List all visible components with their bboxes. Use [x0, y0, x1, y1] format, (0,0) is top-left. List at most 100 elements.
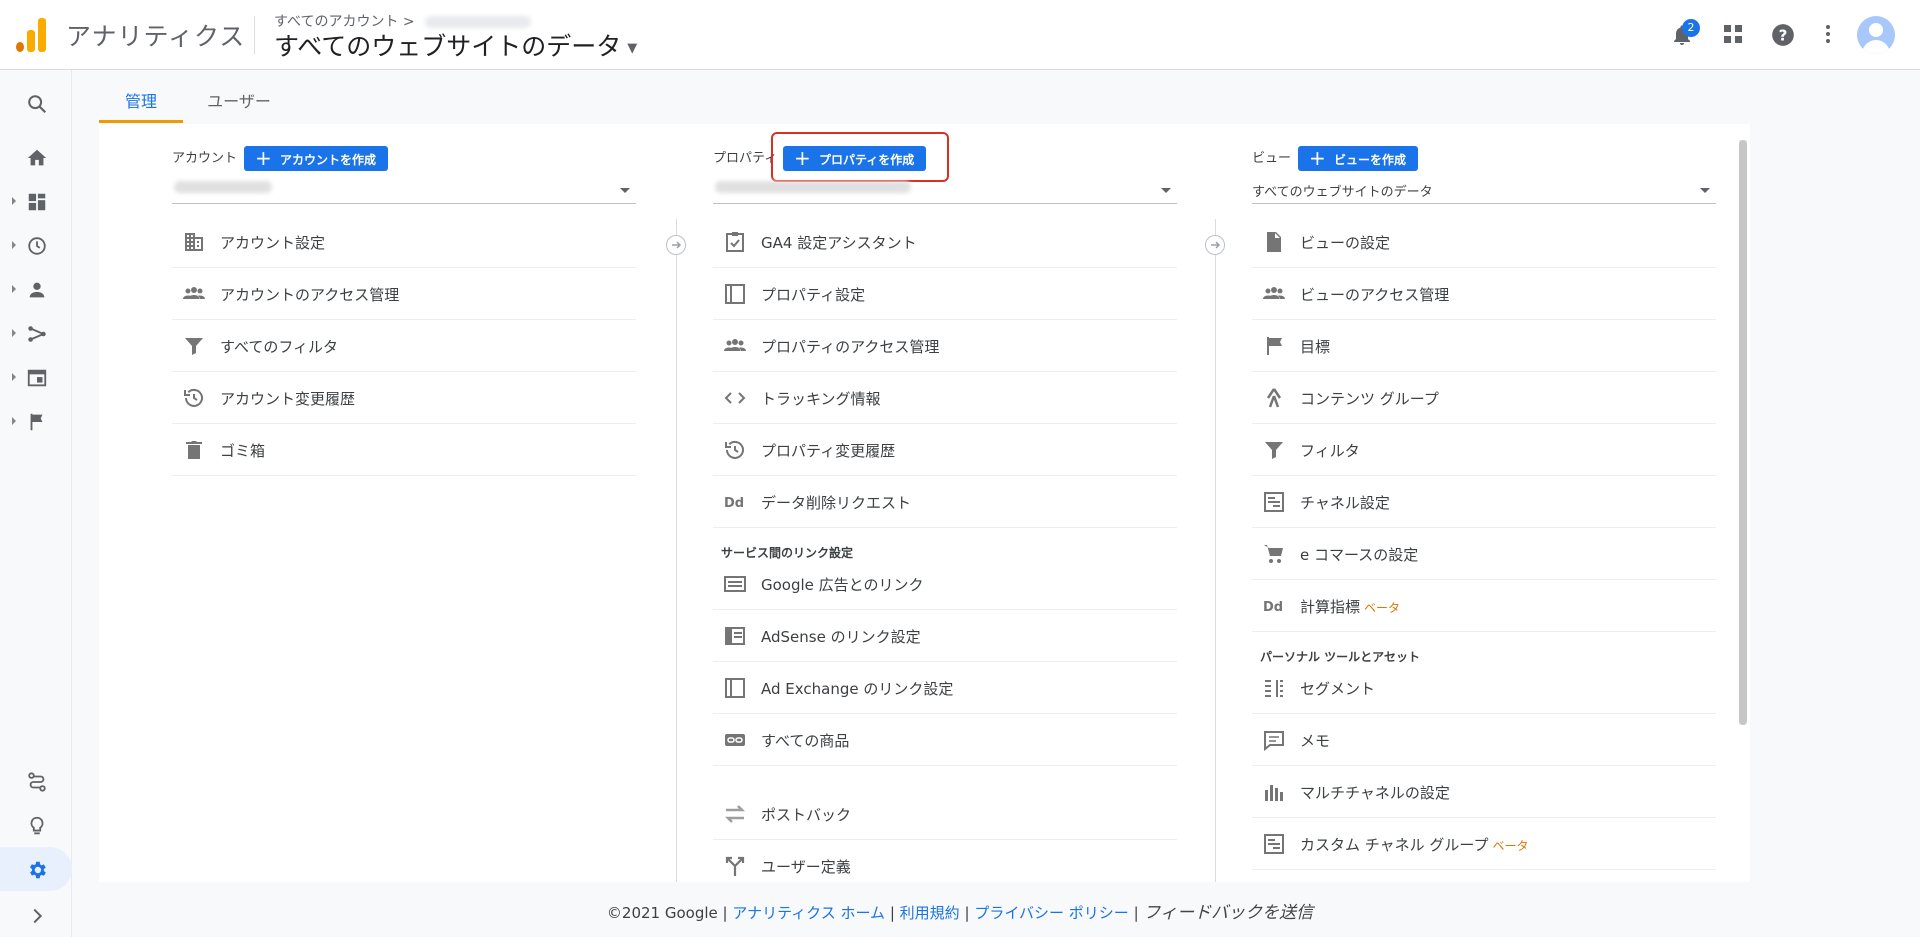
- adsense-link-label: AdSense のリンク設定: [761, 628, 921, 646]
- property-select[interactable]: [713, 176, 1177, 204]
- content-grouping-item[interactable]: コンテンツ グループ: [1252, 372, 1716, 424]
- adsense-icon: [725, 627, 745, 645]
- view-filters-item[interactable]: フィルタ: [1252, 424, 1716, 476]
- nav-customization[interactable]: [0, 179, 72, 223]
- view-settings-item[interactable]: ビューの設定: [1252, 216, 1716, 268]
- property-settings-label: プロパティ設定: [761, 286, 866, 304]
- more-options-button[interactable]: [1816, 22, 1842, 48]
- nav-realtime[interactable]: [0, 223, 72, 267]
- behavior-icon: [27, 369, 47, 387]
- view-selector[interactable]: すべてのウェブサイトのデータ ▼: [274, 27, 637, 63]
- analytics-home-link[interactable]: アナリティクス ホーム: [732, 904, 885, 922]
- terms-link[interactable]: 利用規約: [900, 904, 960, 922]
- property-history-label: プロパティ変更履歴: [761, 442, 896, 460]
- person-icon: [29, 282, 45, 298]
- highlight-box: [771, 132, 949, 182]
- tab-user[interactable]: ユーザー: [197, 70, 281, 123]
- building-icon: [185, 233, 203, 251]
- help-button[interactable]: ?: [1770, 22, 1796, 48]
- ga4-assistant-item[interactable]: GA4 設定アシスタント: [713, 216, 1177, 268]
- account-select[interactable]: [172, 176, 636, 204]
- multichannel-settings-label: マルチチャネルの設定: [1300, 784, 1450, 802]
- feedback-link[interactable]: フィードバックを送信: [1143, 903, 1313, 923]
- property-history-item[interactable]: プロパティ変更履歴: [713, 424, 1177, 476]
- view-access-label: ビューのアクセス管理: [1300, 286, 1450, 304]
- create-view-button[interactable]: + ビューを作成: [1298, 146, 1419, 171]
- segments-label: セグメント: [1300, 680, 1376, 698]
- view-access-item[interactable]: ビューのアクセス管理: [1252, 268, 1716, 320]
- svg-text:Dd: Dd: [724, 496, 744, 511]
- analytics-logo-icon[interactable]: [16, 18, 46, 52]
- goals-item[interactable]: 目標: [1252, 320, 1716, 372]
- avatar[interactable]: [1857, 16, 1895, 54]
- account-access-item[interactable]: アカウントのアクセス管理: [172, 268, 636, 320]
- property-heading: プロパティ: [713, 151, 778, 166]
- channel-settings-item[interactable]: チャネル設定: [1252, 476, 1716, 528]
- view-select[interactable]: すべてのウェブサイトのデータ: [1252, 176, 1716, 204]
- nav-audience[interactable]: [0, 267, 72, 311]
- nav-behavior[interactable]: [0, 355, 72, 399]
- nav-home[interactable]: [0, 135, 72, 179]
- tab-admin[interactable]: 管理: [99, 70, 183, 123]
- footer-sep: |: [722, 904, 728, 922]
- custom-definitions-item[interactable]: ユーザー定義: [713, 840, 1177, 882]
- notifications-button[interactable]: 2: [1670, 19, 1700, 48]
- comment-icon: [1264, 731, 1284, 752]
- property-settings-item[interactable]: プロパティ設定: [713, 268, 1177, 320]
- bars-icon: [1265, 785, 1283, 801]
- google-ads-link-item[interactable]: Google 広告とのリンク: [713, 558, 1177, 610]
- nav-attribution[interactable]: [0, 759, 72, 803]
- account-history-label: アカウント変更履歴: [220, 390, 356, 408]
- create-account-button[interactable]: + アカウントを作成: [244, 146, 389, 171]
- nav-conversions[interactable]: [0, 399, 72, 443]
- trash-item[interactable]: ゴミ箱: [172, 424, 636, 476]
- footer-sep: |: [964, 904, 970, 922]
- postback-item[interactable]: ポストバック: [713, 788, 1177, 840]
- blurred-property-value: [715, 181, 911, 193]
- top-bar: アナリティクス すべてのアカウント > すべてのウェブサイトのデータ ▼ 2 ?: [0, 0, 1920, 70]
- property-access-item[interactable]: プロパティのアクセス管理: [713, 320, 1177, 372]
- tracking-info-item[interactable]: トラッキング情報: [713, 372, 1177, 424]
- all-products-item[interactable]: すべての商品: [713, 714, 1177, 766]
- filter-icon: [185, 338, 203, 355]
- privacy-link[interactable]: プライバシー ポリシー: [974, 904, 1128, 922]
- view-heading: ビュー: [1252, 151, 1292, 166]
- ad-exchange-link-item[interactable]: Ad Exchange のリンク設定: [713, 662, 1177, 714]
- all-filters-item[interactable]: すべてのフィルタ: [172, 320, 636, 372]
- ecommerce-settings-item[interactable]: e コマースの設定: [1252, 528, 1716, 580]
- history-icon: [184, 388, 203, 407]
- dd-icon: Dd: [1263, 600, 1283, 615]
- acquisition-icon: [28, 326, 46, 342]
- nav-acquisition[interactable]: [0, 311, 72, 355]
- data-deletion-label: データ削除リクエスト: [761, 494, 912, 512]
- multichannel-settings-item[interactable]: マルチチャネルの設定: [1252, 766, 1716, 818]
- column-divider: [1215, 219, 1216, 882]
- account-settings-label: アカウント設定: [220, 234, 326, 252]
- trash-icon: [186, 441, 202, 459]
- account-settings-item[interactable]: アカウント設定: [172, 216, 636, 268]
- account-history-item[interactable]: アカウント変更履歴: [172, 372, 636, 424]
- create-view-label: ビューを作成: [1334, 153, 1407, 167]
- people-icon: [1263, 287, 1285, 299]
- custom-channel-grouping-item[interactable]: カスタム チャネル グループ ベータ: [1252, 818, 1716, 870]
- nav-discover[interactable]: [0, 803, 72, 847]
- nav-admin[interactable]: [0, 847, 72, 891]
- footer-sep: |: [1133, 904, 1139, 922]
- footer: ©2021 Google | アナリティクス ホーム | 利用規約 | プライバ…: [0, 898, 1920, 923]
- account-access-label: アカウントのアクセス管理: [220, 286, 400, 304]
- apps-button[interactable]: [1721, 22, 1747, 48]
- adsense-link-item[interactable]: AdSense のリンク設定: [713, 610, 1177, 662]
- calculated-metrics-item[interactable]: Dd 計算指標 ベータ: [1252, 580, 1716, 632]
- view-select-value: すべてのウェブサイトのデータ: [1252, 185, 1433, 200]
- chevron-down-icon: ▼: [627, 40, 638, 56]
- data-deletion-item[interactable]: Dd データ削除リクエスト: [713, 476, 1177, 528]
- scrollbar-thumb[interactable]: [1739, 140, 1747, 725]
- nav-search[interactable]: [0, 81, 72, 125]
- annotations-item[interactable]: メモ: [1252, 714, 1716, 766]
- flag-icon: [30, 413, 43, 431]
- segments-item[interactable]: セグメント: [1252, 662, 1716, 714]
- google-ads-link-label: Google 広告とのリンク: [761, 576, 924, 594]
- left-nav: [0, 70, 72, 937]
- scrollbar[interactable]: [1739, 140, 1747, 725]
- header-divider: [254, 16, 255, 54]
